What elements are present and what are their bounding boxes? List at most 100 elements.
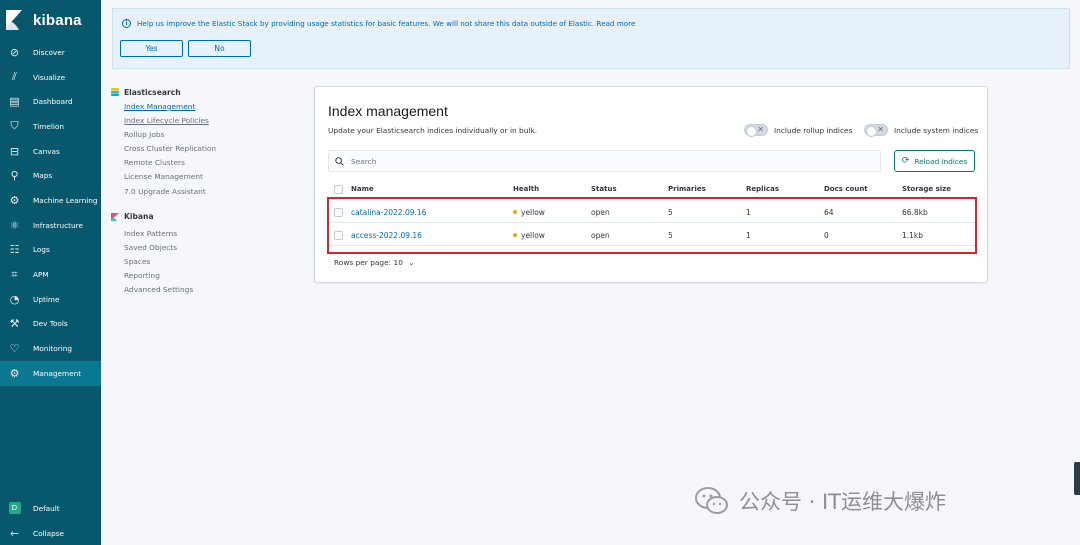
nav-item-dev-tools[interactable]: ⚒ Dev Tools xyxy=(0,312,101,337)
side-menu-item-7-0-upgrade-assistant[interactable]: 7.0 Upgrade Assistant xyxy=(111,185,311,199)
nav-item-label: Dev Tools xyxy=(33,319,68,329)
dashboard-icon: ▤ xyxy=(9,95,20,109)
nav-item-management[interactable]: ⚙ Management xyxy=(0,360,101,386)
nav-item-label: Monitoring xyxy=(33,344,73,354)
rows-per-page-select[interactable]: Rows per page: 10 ⌄ xyxy=(334,258,414,267)
nav-item-label: Timelion xyxy=(33,121,65,131)
reload-indices-button[interactable]: ⟳ Reload indices xyxy=(894,150,975,172)
briefcase-icon: ⊟ xyxy=(9,144,20,158)
nav-item-uptime[interactable]: ◔ Uptime xyxy=(0,287,101,312)
col-status[interactable]: Status xyxy=(591,185,617,193)
kibana-small-logo-icon xyxy=(111,212,119,221)
elasticsearch-logo-icon xyxy=(111,88,119,96)
col-replicas[interactable]: Replicas xyxy=(746,185,779,193)
uptime-icon: ◔ xyxy=(9,292,20,306)
nav-item-logs[interactable]: ☷ Logs xyxy=(0,238,101,263)
nav-item-discover[interactable]: ⊘ Discover xyxy=(0,40,101,65)
nav-item-label: Visualize xyxy=(33,72,66,82)
wechat-icon xyxy=(695,487,728,514)
side-menu-item-index-patterns[interactable]: Index Patterns xyxy=(111,227,311,241)
side-menu-item-license-management[interactable]: License Management xyxy=(111,170,311,184)
close-icon: ✕ xyxy=(757,125,764,134)
nav-item-maps[interactable]: ⚲ Maps xyxy=(0,163,101,188)
kibana-section-title: Kibana xyxy=(111,211,311,223)
nav-item-dashboard[interactable]: ▤ Dashboard xyxy=(0,89,101,114)
chart-icon: ⫽ xyxy=(12,70,17,84)
watermark-text: 公众号 · IT运维大爆炸 xyxy=(739,490,947,514)
nav-item-label: Logs xyxy=(33,245,50,255)
nav-item-label: APM xyxy=(33,270,49,280)
search-bar[interactable] xyxy=(328,150,881,172)
watermark: 公众号 · IT运维大爆炸 xyxy=(695,486,946,516)
nav-item-canvas[interactable]: ⊟ Canvas xyxy=(0,139,101,164)
telemetry-banner: i Help us improve the Elastic Stack by p… xyxy=(112,8,1070,69)
col-health[interactable]: Health xyxy=(513,185,539,193)
nav-item-label: Uptime xyxy=(33,294,60,304)
yes-button[interactable]: Yes xyxy=(120,40,183,57)
side-menu-item-spaces[interactable]: Spaces xyxy=(111,255,311,269)
side-scroll-tab[interactable] xyxy=(1074,462,1080,495)
red-highlight-box xyxy=(327,197,977,254)
shield-icon: ⛉ xyxy=(10,119,19,133)
collapse-label: Collapse xyxy=(33,528,65,538)
close-icon: ✕ xyxy=(877,125,884,134)
search-icon xyxy=(335,156,344,166)
map-pin-icon: ⚲ xyxy=(10,169,19,183)
nav-item-label: Management xyxy=(33,368,82,378)
brand-name: kibana xyxy=(33,11,82,29)
side-menu-item-rollup-jobs[interactable]: Rollup Jobs xyxy=(111,128,311,142)
toggle-switch[interactable]: ✕ xyxy=(864,124,888,137)
search-input[interactable] xyxy=(351,156,851,166)
elasticsearch-section-title: Elasticsearch xyxy=(111,86,311,98)
collapse-button[interactable]: ← Collapse xyxy=(0,521,101,545)
side-menu-item-reporting[interactable]: Reporting xyxy=(111,269,311,283)
space-label: Default xyxy=(33,503,60,513)
nav-item-monitoring[interactable]: ♡ Monitoring xyxy=(0,336,101,361)
side-menu-item-cross-cluster-replication[interactable]: Cross Cluster Replication xyxy=(111,142,311,156)
table-header: Name Health Status Primaries Replicas Do… xyxy=(328,185,975,197)
heart-monitor-icon: ♡ xyxy=(9,342,20,356)
management-side-menu: Elasticsearch Index Management Index Life… xyxy=(111,86,311,297)
compass-icon: ⊘ xyxy=(9,45,20,59)
rollup-toggle[interactable]: ✕ Include rollup indices xyxy=(744,124,853,137)
chevron-down-icon: ⌄ xyxy=(408,258,415,267)
apm-icon: ⌗ xyxy=(11,267,18,281)
space-selector[interactable]: D Default xyxy=(0,496,101,521)
toggle-switch[interactable]: ✕ xyxy=(744,124,768,137)
wrench-icon: ⚒ xyxy=(9,317,20,331)
nav-item-machine-learning[interactable]: ⚙ Machine Learning xyxy=(0,188,101,213)
infra-icon: ⚛ xyxy=(9,218,20,232)
nav-item-visualize[interactable]: ⫽ Visualize xyxy=(0,65,101,90)
page-title: Index management xyxy=(328,103,448,119)
refresh-icon: ⟳ xyxy=(901,156,910,166)
nav-item-infrastructure[interactable]: ⚛ Infrastructure xyxy=(0,213,101,238)
page-subtitle: Update your Elasticsearch indices indivi… xyxy=(328,126,538,135)
system-toggle[interactable]: ✕ Include system indices xyxy=(864,124,979,137)
no-button[interactable]: No xyxy=(188,40,251,57)
side-menu-item-remote-clusters[interactable]: Remote Clusters xyxy=(111,156,311,170)
select-all-checkbox[interactable] xyxy=(334,185,343,194)
nav-item-label: Discover xyxy=(33,47,65,57)
side-menu-item-index-lifecycle-policies[interactable]: Index Lifecycle Policies xyxy=(111,114,311,128)
system-toggle-label: Include system indices xyxy=(894,125,979,135)
side-menu-item-index-management[interactable]: Index Management xyxy=(111,100,311,114)
info-icon: i xyxy=(122,19,131,28)
rollup-toggle-label: Include rollup indices xyxy=(774,125,853,135)
space-badge: D xyxy=(8,502,21,515)
col-storage-size[interactable]: Storage size xyxy=(902,185,951,193)
logs-icon: ☷ xyxy=(9,243,20,257)
side-menu-item-advanced-settings[interactable]: Advanced Settings xyxy=(111,283,311,297)
kibana-brand[interactable]: kibana xyxy=(0,0,101,40)
ml-icon: ⚙ xyxy=(9,193,20,207)
nav-item-timelion[interactable]: ⛉ Timelion xyxy=(0,114,101,139)
col-docs-count[interactable]: Docs count xyxy=(824,185,868,193)
side-menu-item-saved-objects[interactable]: Saved Objects xyxy=(111,241,311,255)
col-primaries[interactable]: Primaries xyxy=(668,185,706,193)
col-name[interactable]: Name xyxy=(351,185,374,193)
nav-item-label: Maps xyxy=(33,171,53,181)
left-nav: kibana ⊘ Discover ⫽ Visualize ▤ Dashboard ⛉ Tim… xyxy=(0,0,101,545)
gear-icon: ⚙ xyxy=(9,366,20,380)
kibana-logo-icon xyxy=(6,10,22,30)
nav-item-label: Infrastructure xyxy=(33,220,83,230)
nav-item-apm[interactable]: ⌗ APM xyxy=(0,262,101,287)
